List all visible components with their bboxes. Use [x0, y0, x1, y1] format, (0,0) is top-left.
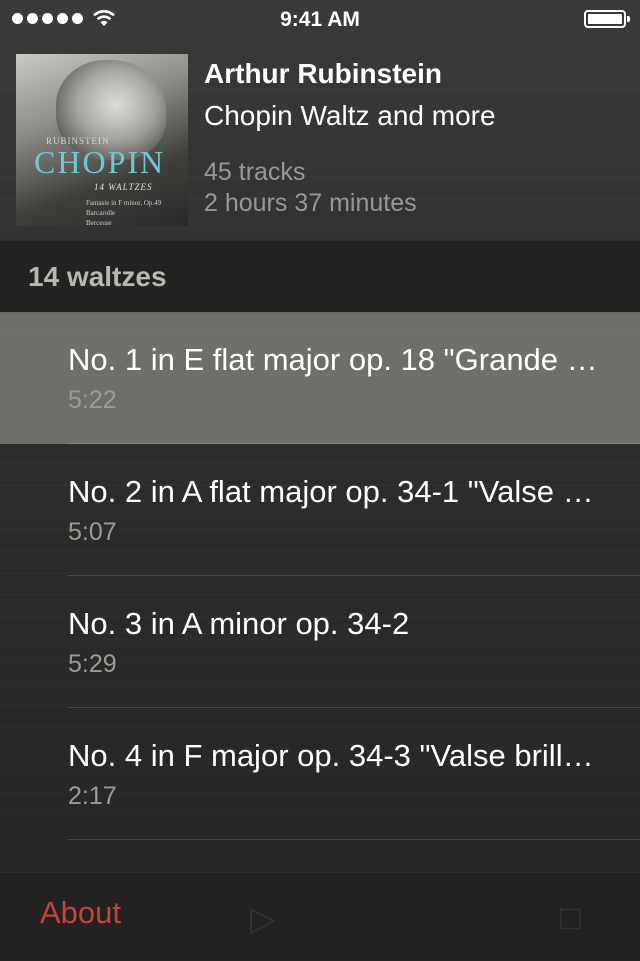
cover-small-text: Fantasie in F minor, Op.49 Barcarolle Be…: [86, 199, 162, 226]
signal-strength-icon: [12, 13, 83, 24]
track-count: 45 tracks: [204, 158, 306, 186]
section-title: 14 waltzes: [28, 261, 167, 292]
wifi-icon: [93, 9, 115, 26]
bottom-bar: About ▷ □: [0, 872, 640, 961]
track-row[interactable]: No. 4 in F major op. 34-3 "Valse brillan…: [0, 708, 640, 840]
track-row[interactable]: No. 1 in E flat major op. 18 "Grande val…: [0, 312, 640, 444]
row-divider: [68, 839, 640, 840]
artist-name: Arthur Rubinstein: [204, 58, 442, 89]
track-row[interactable]: No. 3 in A minor op. 34-2 5:29: [0, 576, 640, 708]
track-duration: 5:07: [68, 518, 117, 546]
square-icon: □: [560, 899, 581, 937]
track-row[interactable]: No. 2 in A flat major op. 34-1 "Valse br…: [0, 444, 640, 576]
cover-title-text: CHOPIN: [34, 144, 166, 180]
status-time: 9:41 AM: [280, 8, 360, 31]
track-title: No. 3 in A minor op. 34-2: [68, 606, 410, 641]
track-title: No. 2 in A flat major op. 34-1 "Valse br…: [68, 474, 608, 509]
battery-icon: [584, 10, 630, 28]
status-bar: 9:41 AM: [0, 0, 640, 40]
track-list: No. 1 in E flat major op. 18 "Grande val…: [0, 312, 640, 840]
section-header: 14 waltzes: [0, 240, 640, 314]
play-icon: ▷: [250, 900, 277, 938]
track-duration: 5:22: [68, 386, 117, 414]
album-cover: RUBINSTEIN CHOPIN 14 WALTZES Fantasie in…: [16, 54, 188, 226]
track-duration: 2:17: [68, 782, 117, 810]
album-header: RUBINSTEIN CHOPIN 14 WALTZES Fantasie in…: [0, 40, 640, 240]
cover-subtitle-text: 14 WALTZES: [94, 182, 153, 192]
album-duration: 2 hours 37 minutes: [204, 189, 417, 217]
about-button[interactable]: About: [40, 895, 121, 931]
track-title: No. 4 in F major op. 34-3 "Valse brillan…: [68, 738, 608, 773]
album-title: Chopin Waltz and more: [204, 100, 496, 131]
track-title: No. 1 in E flat major op. 18 "Grande val…: [68, 342, 608, 377]
track-duration: 5:29: [68, 650, 117, 678]
